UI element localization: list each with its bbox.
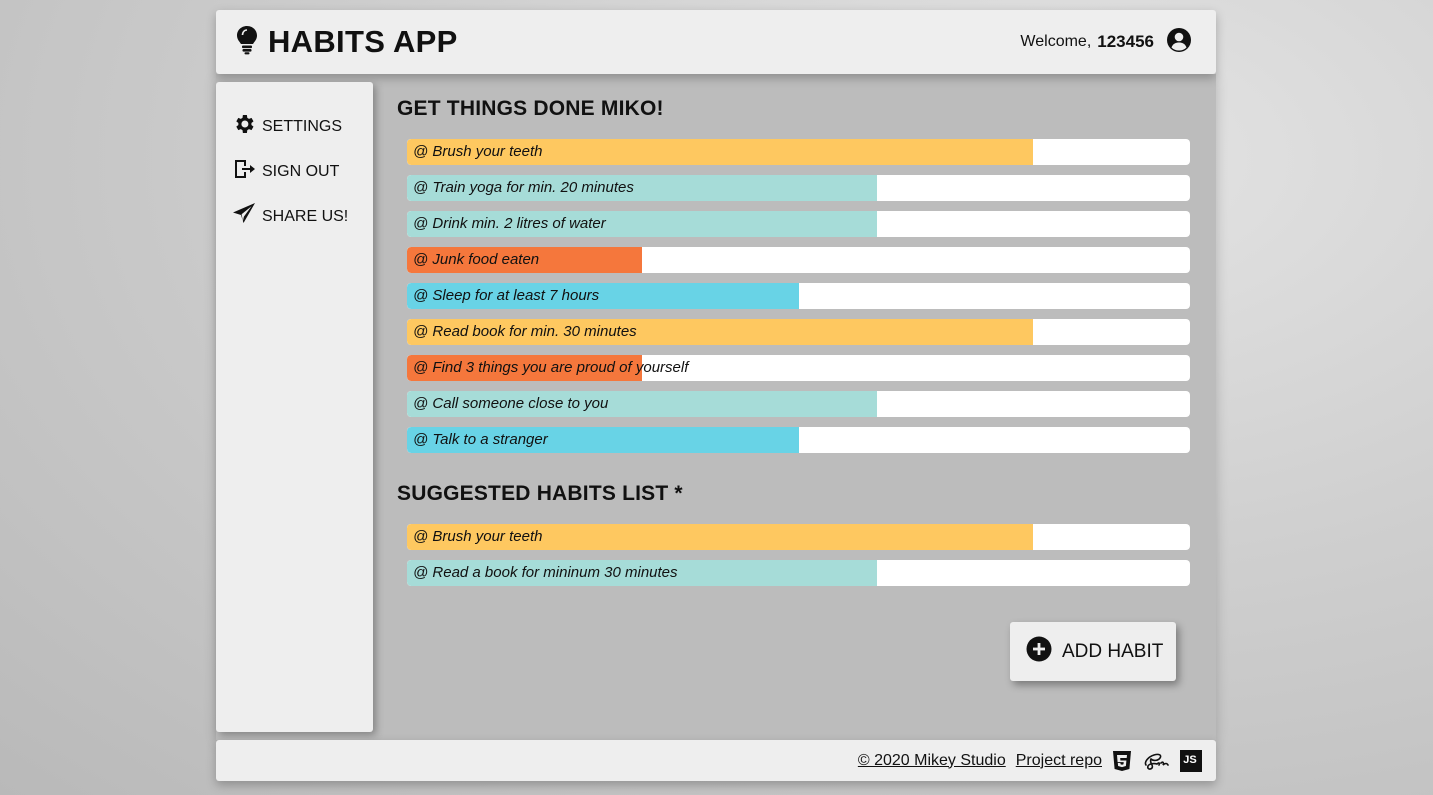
habit-item[interactable]: @ Sleep for at least 7 hours — [407, 283, 1190, 309]
suggested-habit-list: @ Brush your teeth @ Read a book for min… — [407, 524, 1190, 586]
project-repo-link[interactable]: Project repo — [1016, 752, 1102, 770]
habit-label: @ Drink min. 2 litres of water — [413, 215, 606, 232]
gear-icon — [232, 112, 256, 141]
habit-label: @ Call someone close to you — [413, 395, 609, 412]
javascript-icon[interactable]: JS — [1180, 749, 1202, 772]
habit-item[interactable]: @ Find 3 things you are proud of yoursel… — [407, 355, 1190, 381]
sass-icon[interactable] — [1142, 751, 1170, 771]
habit-label: @ Find 3 things you are proud of yoursel… — [413, 359, 689, 376]
sidebar-item-sign-out[interactable]: SIGN OUT — [216, 149, 373, 194]
sidebar-item-settings[interactable]: SETTINGS — [216, 104, 373, 149]
habit-item[interactable]: @ Talk to a stranger — [407, 427, 1190, 453]
habit-label: @ Read book for min. 30 minutes — [413, 323, 637, 340]
app-title: HABITS APP — [268, 24, 458, 59]
welcome-text: Welcome, — [1020, 33, 1092, 50]
sign-out-icon — [232, 157, 256, 186]
copyright-link[interactable]: © 2020 Mikey Studio — [858, 752, 1006, 770]
page-title: GET THINGS DONE MIKO! — [397, 97, 664, 120]
add-habit-label: ADD HABIT — [1062, 640, 1164, 662]
habit-label: @ Talk to a stranger — [413, 431, 548, 448]
habit-item[interactable]: @ Read book for min. 30 minutes — [407, 319, 1190, 345]
sidebar-item-label: SETTINGS — [262, 117, 343, 135]
habit-label: @ Brush your teeth — [413, 528, 543, 545]
sidebar: SETTINGS SIGN OUT SHARE US! — [216, 82, 373, 732]
habit-item[interactable]: @ Junk food eaten — [407, 247, 1190, 273]
suggested-habit-item[interactable]: @ Read a book for mininum 30 minutes — [407, 560, 1190, 586]
habit-list: @ Brush your teeth @ Train yoga for min.… — [407, 139, 1190, 453]
suggested-habit-item[interactable]: @ Brush your teeth — [407, 524, 1190, 550]
habit-label: @ Sleep for at least 7 hours — [413, 287, 600, 304]
footer: © 2020 Mikey Studio Project repo JS — [216, 740, 1216, 781]
html5-icon[interactable] — [1112, 750, 1132, 772]
habit-label: @ Train yoga for min. 20 minutes — [413, 179, 634, 196]
lightbulb-icon — [236, 25, 258, 60]
sidebar-item-label: SIGN OUT — [262, 162, 340, 180]
app-header: HABITS APP Welcome, 123456 — [216, 10, 1216, 74]
plus-circle-icon — [1026, 636, 1052, 668]
habit-item[interactable]: @ Brush your teeth — [407, 139, 1190, 165]
habit-item[interactable]: @ Drink min. 2 litres of water — [407, 211, 1190, 237]
username: 123456 — [1097, 32, 1154, 51]
user-circle-icon[interactable] — [1166, 27, 1192, 58]
brand: HABITS APP — [236, 24, 458, 60]
habit-item[interactable]: @ Train yoga for min. 20 minutes — [407, 175, 1190, 201]
habit-item[interactable]: @ Call someone close to you — [407, 391, 1190, 417]
habit-label: @ Junk food eaten — [413, 251, 540, 268]
welcome-area: Welcome, 123456 — [1020, 27, 1192, 58]
sidebar-item-share[interactable]: SHARE US! — [216, 194, 373, 239]
content: GET THINGS DONE MIKO! @ Brush your teeth… — [397, 92, 1190, 596]
sidebar-item-label: SHARE US! — [262, 207, 349, 225]
add-habit-button[interactable]: ADD HABIT — [1010, 622, 1176, 681]
habit-label: @ Read a book for mininum 30 minutes — [413, 564, 678, 581]
suggested-title: SUGGESTED HABITS LIST * — [397, 482, 683, 505]
paper-plane-icon — [232, 202, 256, 231]
habit-label: @ Brush your teeth — [413, 143, 543, 160]
